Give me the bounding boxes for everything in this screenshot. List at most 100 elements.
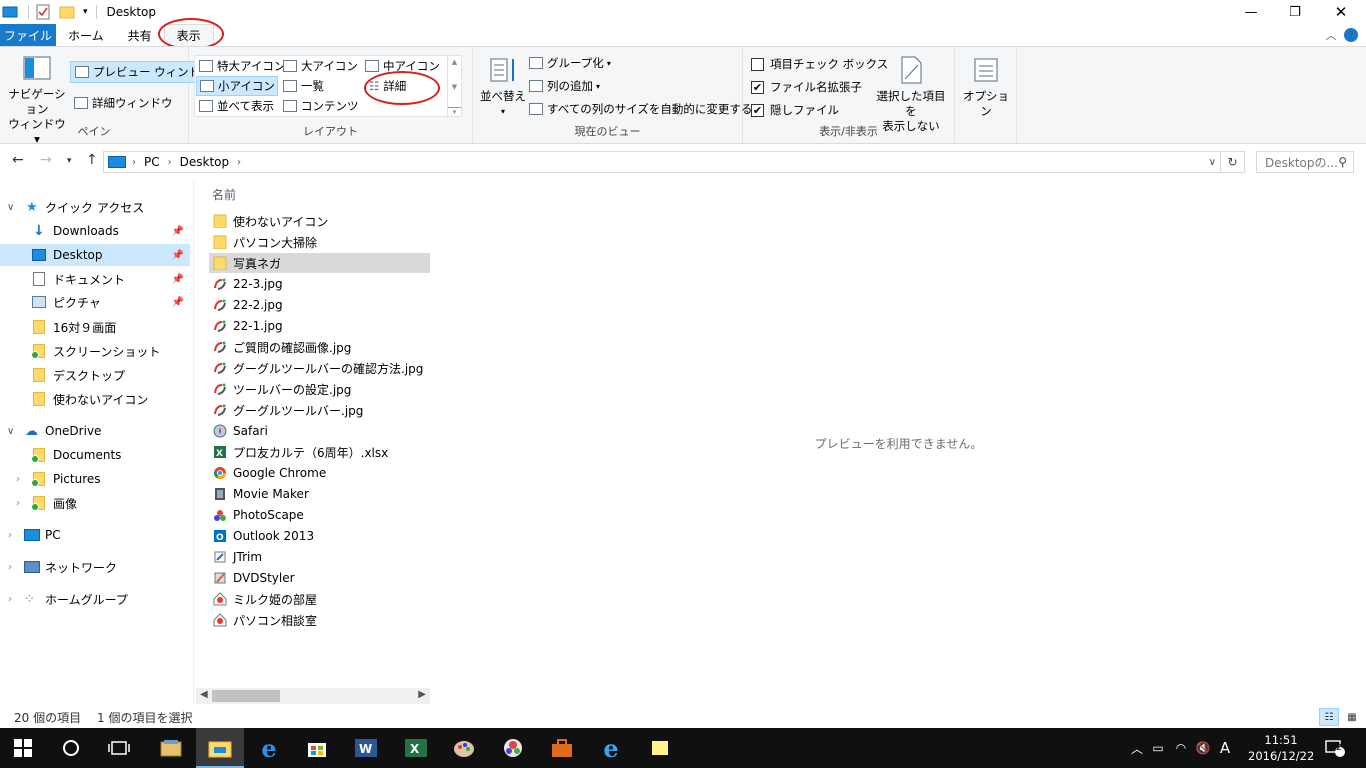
forward-arrow-icon[interactable]: → (40, 152, 52, 168)
checkbox-checked-icon[interactable]: ✔ (751, 103, 764, 117)
file-row[interactable]: 22-1.jpg (209, 316, 430, 336)
pin-icon[interactable]: 📌 (172, 226, 184, 237)
file-row[interactable]: O Outlook 2013 (209, 526, 430, 546)
scroll-right-icon[interactable]: ▶ (418, 689, 426, 700)
cortana-button[interactable] (58, 736, 84, 760)
breadcrumb-separator-icon[interactable]: › (132, 157, 136, 168)
search-icon[interactable]: ⚲ (1338, 155, 1347, 169)
clock[interactable]: 11:51 2016/12/22 (1248, 732, 1314, 764)
nav-pictures-jp[interactable]: ピクチャ 📌 (0, 291, 190, 313)
file-row[interactable]: パソコン大掃除 (209, 232, 430, 252)
refresh-button[interactable]: ↻ (1221, 151, 1245, 173)
tab-share[interactable]: 共有 (116, 24, 164, 46)
taskbar-app-store[interactable] (304, 736, 330, 760)
customize-toolbar-icon[interactable]: ▾ (83, 7, 88, 17)
scroll-up-icon[interactable]: ▲ (452, 58, 457, 66)
pin-icon[interactable]: 📌 (172, 250, 184, 261)
taskbar-app-explorer[interactable] (207, 736, 233, 760)
chevron-right-icon[interactable]: › (8, 562, 12, 573)
scrollbar-thumb[interactable] (212, 690, 280, 702)
nav-onedrive[interactable]: ∨ ☁ OneDrive (0, 420, 190, 442)
options-button[interactable]: オプション (959, 55, 1013, 119)
gallery-expand-icon[interactable]: ▾ (448, 107, 461, 116)
checkbox-checked-icon[interactable]: ✔ (751, 80, 764, 94)
file-row[interactable]: Safari (209, 421, 430, 441)
file-row[interactable]: JTrim (209, 547, 430, 567)
start-button[interactable] (10, 736, 36, 760)
scroll-down-icon[interactable]: ▼ (452, 83, 457, 91)
add-column-button[interactable]: 列の追加 ▾ (529, 78, 600, 94)
address-dropdown-icon[interactable]: ∨ (1209, 157, 1216, 168)
battery-icon[interactable]: ▭ (1146, 741, 1170, 755)
chevron-down-icon[interactable]: ∨ (7, 426, 14, 437)
nav-quick-access[interactable]: ∨ ★ クイック アクセス (0, 196, 190, 218)
nav-od-pictures[interactable]: › Pictures (0, 468, 190, 490)
tiles-button[interactable]: 並べて表示 (199, 98, 274, 114)
autosize-columns-button[interactable]: すべての列のサイズを自動的に変更する (529, 101, 752, 117)
nav-network[interactable]: › ネットワーク (0, 556, 190, 578)
pin-icon[interactable]: 📌 (172, 297, 184, 308)
file-row[interactable]: Google Chrome (209, 463, 430, 483)
breadcrumb-separator-icon[interactable]: › (237, 157, 241, 168)
nav-desktop-jp[interactable]: デスクトップ (0, 364, 190, 386)
new-folder-icon[interactable] (59, 4, 75, 20)
task-view-button[interactable] (106, 736, 132, 760)
list-button[interactable]: 一覧 (283, 78, 324, 94)
tab-home[interactable]: ホーム (56, 24, 116, 46)
chevron-right-icon[interactable]: › (16, 498, 20, 509)
minimize-button[interactable]: — (1228, 0, 1274, 24)
close-button[interactable]: ✕ (1318, 0, 1364, 24)
taskbar-app-sticky-notes[interactable] (647, 736, 673, 760)
show-hidden-icons-icon[interactable]: ︿ (1128, 740, 1146, 757)
nav-od-documents[interactable]: Documents (0, 444, 190, 466)
properties-icon[interactable] (35, 4, 51, 20)
search-box[interactable]: Desktopの... ⚲ (1256, 151, 1354, 173)
address-bar[interactable]: › PC › Desktop › ∨ (103, 151, 1221, 173)
taskbar-app-ie[interactable]: e (598, 734, 624, 763)
breadcrumb-separator-icon[interactable]: › (168, 157, 172, 168)
file-row[interactable]: 22-3.jpg (209, 274, 430, 294)
restore-button[interactable]: ❐ (1272, 0, 1318, 24)
details-view-button[interactable]: ☷ 詳細 (369, 78, 406, 94)
nav-pc[interactable]: › PC (0, 524, 190, 546)
tab-file[interactable]: ファイル (0, 24, 56, 46)
file-row[interactable]: グーグルツールバー.jpg (209, 400, 430, 420)
nav-documents-jp[interactable]: ドキュメント 📌 (0, 268, 190, 290)
recent-locations-icon[interactable]: ▾ (67, 156, 72, 166)
taskbar-app-paint[interactable] (451, 736, 477, 760)
sort-button[interactable]: 並べ替え ▾ (477, 55, 529, 119)
item-checkboxes-toggle[interactable]: 項目チェック ボックス (751, 56, 888, 72)
ribbon-collapse-icon[interactable]: ︿ (1318, 27, 1344, 43)
file-row[interactable]: ツールバーの設定.jpg (209, 379, 430, 399)
checkbox-unchecked-icon[interactable] (751, 57, 764, 71)
back-arrow-icon[interactable]: ← (12, 152, 24, 168)
breadcrumb-desktop[interactable]: Desktop (180, 155, 230, 169)
chevron-right-icon[interactable]: › (8, 530, 12, 541)
tab-view[interactable]: 表示 (163, 24, 214, 46)
taskbar-app-word[interactable]: W (353, 736, 379, 760)
group-by-button[interactable]: グループ化 ▾ (529, 55, 611, 71)
volume-muted-icon[interactable]: 🔇 (1192, 741, 1214, 755)
chevron-down-icon[interactable]: ∨ (7, 202, 14, 213)
action-center-button[interactable]: 2 (1322, 736, 1348, 760)
nav-downloads[interactable]: ↓ Downloads 📌 (0, 220, 190, 242)
taskbar-app-edge[interactable]: e (256, 734, 282, 763)
file-row[interactable]: 写真ネガ (209, 253, 430, 273)
file-row[interactable]: パソコン相談室 (209, 610, 430, 630)
file-row[interactable]: X プロ友カルテ（6周年）.xlsx (209, 442, 430, 462)
large-icons-toggle[interactable]: ▦ (1342, 708, 1362, 726)
horizontal-scrollbar[interactable]: ◀ ▶ (196, 688, 430, 704)
nav-desktop[interactable]: Desktop 📌 (0, 244, 190, 266)
layout-gallery-scroll[interactable]: ▲ ▼ ▾ (447, 56, 461, 118)
wifi-icon[interactable]: ◠ (1170, 741, 1192, 755)
hidden-items-toggle[interactable]: ✔ 隠しファイル (751, 102, 839, 118)
nav-16x9[interactable]: 16対９画面 (0, 316, 190, 338)
content-button[interactable]: コンテンツ (283, 98, 359, 114)
breadcrumb-pc[interactable]: PC (144, 155, 160, 169)
file-extensions-toggle[interactable]: ✔ ファイル名拡張子 (751, 79, 862, 95)
up-arrow-icon[interactable]: ↑ (86, 152, 98, 168)
nav-screenshots[interactable]: スクリーンショット (0, 340, 190, 362)
nav-homegroup[interactable]: › ⁘ ホームグループ (0, 588, 190, 610)
details-pane-button[interactable]: 詳細ウィンドウ (74, 95, 173, 111)
chevron-right-icon[interactable]: › (16, 474, 20, 485)
